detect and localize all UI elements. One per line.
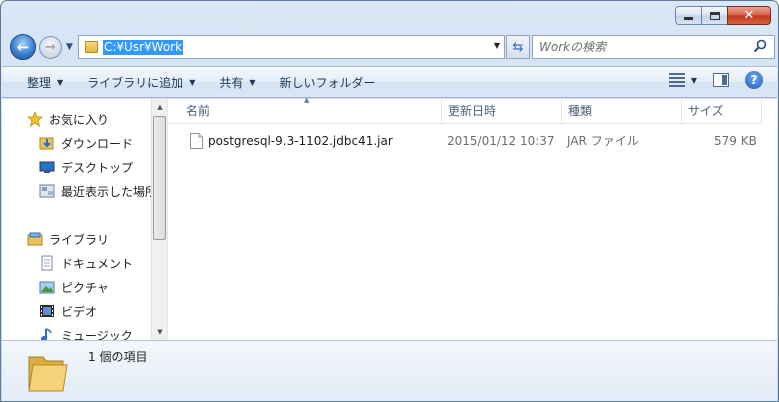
preview-pane-icon[interactable] — [713, 73, 729, 87]
recent-places-icon — [39, 184, 55, 198]
nav-item-label: ドキュメント — [61, 256, 134, 271]
nav-item-videos[interactable]: ビデオ — [39, 300, 97, 322]
organize-label: 整理 — [27, 75, 52, 90]
maximize-icon — [709, 11, 720, 20]
chevron-down-icon[interactable]: ▼ — [691, 76, 697, 85]
search-input[interactable] — [539, 39, 749, 55]
close-button[interactable]: ✕ — [727, 6, 771, 25]
help-icon[interactable]: ? — [745, 71, 763, 89]
nav-item-documents[interactable]: ドキュメント — [39, 252, 133, 274]
minimize-button[interactable] — [675, 6, 702, 25]
file-date-modified: 2015/01/12 10:37 — [447, 134, 555, 148]
column-header-type[interactable]: 種類 — [562, 99, 682, 124]
organize-button[interactable]: 整理 ▼ — [15, 70, 75, 94]
details-pane: 1 個の項目 — [2, 340, 777, 401]
close-icon: ✕ — [743, 8, 755, 23]
refresh-icon: ⇆ — [512, 39, 524, 55]
nav-item-label: デスクトップ — [61, 160, 134, 175]
refresh-button[interactable]: ⇆ — [506, 35, 530, 59]
pictures-icon — [39, 281, 55, 294]
nav-item-label: 最近表示した場所 — [61, 184, 151, 199]
toolbar-right-group: ▼ ? — [668, 71, 763, 89]
nav-item-desktop[interactable]: デスクトップ — [39, 156, 133, 178]
nav-pane-scrollbar[interactable]: ▲ ▼ — [151, 99, 167, 340]
change-view-icon[interactable] — [668, 73, 685, 87]
nav-item-label: ビデオ — [61, 304, 98, 319]
recent-pages-button[interactable]: ▼ — [66, 42, 73, 52]
new-folder-button[interactable]: 新しいフォルダー — [268, 70, 388, 94]
nav-libraries[interactable]: ライブラリ — [27, 228, 109, 250]
chevron-down-icon: ▼ — [189, 77, 196, 87]
folder-icon — [28, 356, 68, 392]
file-row[interactable]: postgresql-9.3-1102.jdbc41.jar 2015/01/1… — [168, 130, 761, 152]
forward-button[interactable]: → — [39, 36, 62, 59]
chevron-down-icon: ▼ — [57, 77, 64, 87]
content-area: お気に入り ダウンロード デスクトップ 最近表示した場所 ライブラリ ドキュメン… — [2, 96, 777, 340]
add-to-library-button[interactable]: ライブラリに追加 ▼ — [75, 70, 207, 94]
nav-favorites[interactable]: お気に入り — [27, 108, 109, 130]
star-icon — [27, 111, 43, 127]
nav-item-pictures[interactable]: ピクチャ — [39, 276, 109, 298]
chevron-down-icon: ▼ — [66, 42, 73, 52]
forward-arrow-icon: → — [45, 40, 56, 55]
address-path[interactable]: C:¥Usr¥Work — [103, 40, 184, 55]
videos-icon — [40, 305, 54, 317]
scroll-down-arrow[interactable]: ▼ — [152, 324, 168, 340]
chevron-down-icon: ▼ — [249, 77, 256, 87]
nav-item-music[interactable]: ミュージック — [39, 324, 133, 340]
file-list-pane: ▲ 名前 更新日時 種類 サイズ postgresql-9.3-1102.jdb… — [168, 96, 777, 340]
nav-item-label: ミュージック — [61, 328, 133, 341]
file-size: 579 KB — [714, 134, 757, 148]
nav-item-label: ピクチャ — [61, 280, 109, 295]
nav-item-downloads[interactable]: ダウンロード — [39, 132, 133, 154]
share-label: 共有 — [219, 75, 244, 90]
caption-buttons: ✕ — [675, 6, 771, 26]
folder-icon — [85, 41, 98, 53]
maximize-button[interactable] — [701, 6, 728, 25]
nav-favorites-label: お気に入り — [49, 112, 110, 127]
minimize-icon — [684, 17, 693, 20]
add-to-library-label: ライブラリに追加 — [87, 75, 184, 90]
scroll-up-arrow[interactable]: ▲ — [152, 99, 168, 115]
column-date-label: 更新日時 — [448, 104, 497, 118]
column-header-name[interactable]: 名前 — [180, 99, 442, 124]
column-type-label: 種類 — [568, 104, 593, 118]
downloads-folder-icon — [39, 137, 54, 150]
back-arrow-icon: ← — [16, 38, 30, 56]
scroll-thumb[interactable] — [153, 116, 166, 240]
new-folder-label: 新しいフォルダー — [279, 75, 376, 90]
documents-icon — [41, 255, 53, 271]
nav-libraries-label: ライブラリ — [49, 232, 110, 247]
navigation-bar: ← → ▼ C:¥Usr¥Work ▼ ⇆ — [10, 34, 775, 60]
file-name: postgresql-9.3-1102.jdbc41.jar — [208, 134, 393, 148]
column-header-size[interactable]: サイズ — [682, 99, 762, 124]
address-history-dropdown[interactable]: ▼ — [494, 41, 500, 50]
item-count: 1 個の項目 — [88, 350, 148, 364]
column-size-label: サイズ — [688, 104, 724, 118]
navigation-pane: お気に入り ダウンロード デスクトップ 最近表示した場所 ライブラリ ドキュメン… — [2, 99, 151, 340]
nav-item-label: ダウンロード — [61, 136, 134, 151]
explorer-window: ✕ ← → ▼ C:¥Usr¥Work ▼ ⇆ 整理 ▼ ライブラリに追加 ▼ — [0, 0, 779, 402]
library-icon — [27, 232, 43, 246]
column-header-row: ▲ 名前 更新日時 種類 サイズ — [168, 96, 762, 124]
back-button[interactable]: ← — [10, 34, 36, 60]
share-button[interactable]: 共有 ▼ — [207, 70, 267, 94]
desktop-icon — [39, 161, 55, 173]
command-bar: 整理 ▼ ライブラリに追加 ▼ 共有 ▼ 新しいフォルダー ▼ ? — [2, 66, 777, 98]
column-name-label: 名前 — [186, 104, 211, 118]
column-header-date-modified[interactable]: 更新日時 — [442, 99, 562, 124]
nav-item-recent-places[interactable]: 最近表示した場所 — [39, 180, 151, 202]
music-icon — [41, 328, 52, 340]
file-type: JAR ファイル — [567, 134, 639, 148]
search-icon[interactable] — [753, 39, 767, 53]
file-icon — [190, 133, 203, 149]
address-bar[interactable]: C:¥Usr¥Work ▼ — [78, 35, 505, 59]
search-box — [532, 35, 775, 59]
